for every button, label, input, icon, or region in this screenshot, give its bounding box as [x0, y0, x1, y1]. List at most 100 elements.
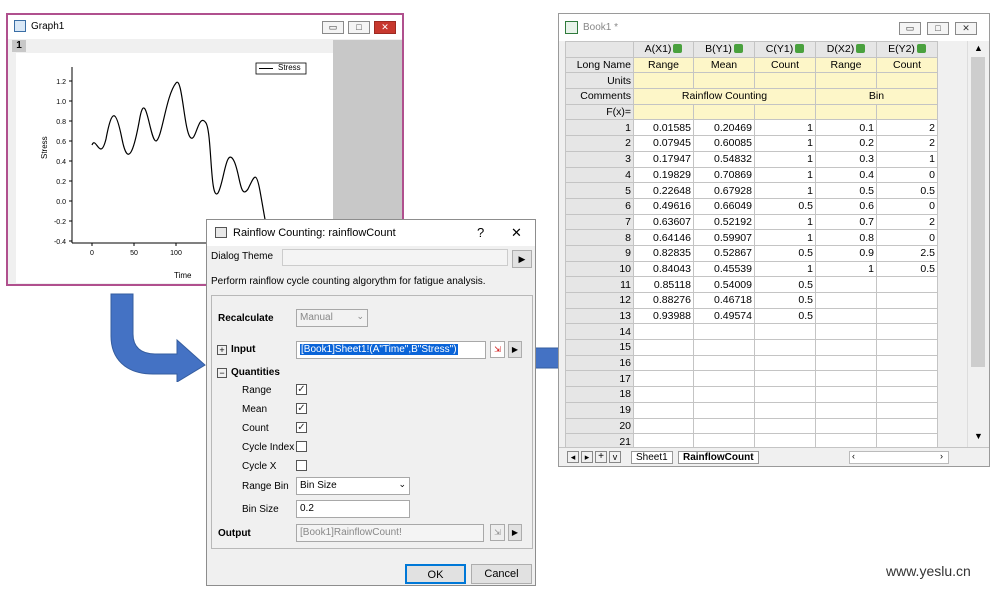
row-label-fx[interactable]: F(x)= — [565, 103, 634, 121]
data-cell[interactable]: 0.67928 — [693, 182, 755, 199]
output-menu-button[interactable]: ▶ — [508, 524, 522, 541]
add-sheet-icon[interactable]: + — [595, 451, 607, 463]
maximize-button[interactable]: □ — [348, 21, 370, 34]
data-cell[interactable]: 0 — [876, 197, 938, 215]
next-sheet-icon[interactable]: ▸ — [581, 451, 593, 463]
data-cell[interactable]: 0.17947 — [633, 150, 694, 168]
data-cell[interactable] — [754, 417, 816, 435]
data-cell[interactable] — [754, 401, 816, 419]
workbook-window[interactable]: Book1 * ▭ □ ✕ A(X1) B(Y1) C(Y1) D(X2) E(… — [558, 13, 990, 467]
fx-cell[interactable] — [815, 103, 877, 121]
data-cell[interactable]: 0.45539 — [693, 260, 755, 278]
data-cell[interactable] — [633, 370, 694, 388]
scroll-left-icon[interactable]: ‹ — [852, 451, 855, 461]
fx-cell[interactable] — [693, 103, 755, 121]
layer-tab[interactable]: 1 — [12, 40, 26, 52]
table-row[interactable]: 1 0.01585 0.20469 1 0.1 2 — [565, 119, 938, 137]
data-cell[interactable] — [815, 276, 877, 293]
table-row[interactable]: 13 0.93988 0.49574 0.5 — [565, 307, 938, 325]
data-cell[interactable] — [876, 417, 938, 435]
select-output-icon[interactable]: ⇲ — [490, 524, 505, 541]
data-cell[interactable] — [693, 323, 755, 341]
comments-cell-group1[interactable]: Rainflow Counting — [633, 88, 816, 105]
data-cell[interactable]: 0.52192 — [693, 213, 755, 231]
row-number[interactable]: 16 — [565, 354, 634, 372]
data-cell[interactable]: 0.2 — [815, 135, 877, 152]
data-cell[interactable] — [876, 339, 938, 356]
dialog-theme-field[interactable] — [282, 249, 508, 266]
data-cell[interactable]: 0.46718 — [693, 292, 755, 309]
data-cell[interactable]: 0.5 — [876, 260, 938, 278]
data-cell[interactable] — [815, 323, 877, 341]
row-label-comments[interactable]: Comments — [565, 88, 634, 105]
help-button[interactable]: ? — [477, 225, 484, 240]
units-cell[interactable] — [633, 72, 694, 90]
table-row[interactable]: 19 — [565, 401, 938, 419]
data-cell[interactable] — [876, 323, 938, 341]
data-cell[interactable] — [754, 370, 816, 388]
data-cell[interactable] — [633, 417, 694, 435]
data-cell[interactable] — [876, 292, 938, 309]
data-cell[interactable]: 2 — [876, 213, 938, 231]
data-cell[interactable] — [754, 339, 816, 356]
data-cell[interactable] — [693, 401, 755, 419]
fx-cell[interactable] — [754, 103, 816, 121]
data-cell[interactable] — [815, 417, 877, 435]
data-cell[interactable]: 1 — [754, 119, 816, 137]
table-row[interactable]: 10 0.84043 0.45539 1 1 0.5 — [565, 260, 938, 278]
row-number[interactable]: 13 — [565, 307, 634, 325]
row-number[interactable]: 2 — [565, 135, 634, 152]
data-cell[interactable] — [876, 401, 938, 419]
data-cell[interactable] — [815, 292, 877, 309]
bin-size-field[interactable]: 0.2 — [296, 500, 410, 518]
table-row[interactable]: 18 — [565, 386, 938, 403]
row-number[interactable]: 15 — [565, 339, 634, 356]
data-cell[interactable]: 0.52867 — [693, 244, 755, 262]
data-cell[interactable]: 0.88276 — [633, 292, 694, 309]
data-cell[interactable]: 0 — [876, 229, 938, 246]
table-row[interactable]: 8 0.64146 0.59907 1 0.8 0 — [565, 229, 938, 246]
row-number[interactable]: 5 — [565, 182, 634, 199]
data-cell[interactable]: 0.54009 — [693, 276, 755, 293]
fx-cell[interactable] — [633, 103, 694, 121]
data-cell[interactable]: 0.54832 — [693, 150, 755, 168]
row-number[interactable]: 8 — [565, 229, 634, 246]
range-checkbox[interactable]: ✓ — [296, 384, 307, 395]
data-cell[interactable]: 0.9 — [815, 244, 877, 262]
data-cell[interactable] — [693, 386, 755, 403]
data-cell[interactable]: 0.59907 — [693, 229, 755, 246]
theme-menu-button[interactable]: ▶ — [512, 250, 532, 268]
long-name-cell[interactable]: Range — [633, 56, 694, 74]
row-number[interactable]: 6 — [565, 197, 634, 215]
recalculate-select[interactable]: Manual ⌄ — [296, 309, 368, 327]
long-name-cell[interactable]: Mean — [693, 56, 755, 74]
select-range-icon[interactable]: ⇲ — [490, 341, 505, 358]
close-button[interactable]: ✕ — [955, 22, 977, 35]
table-row[interactable]: 17 — [565, 370, 938, 388]
table-row[interactable]: 3 0.17947 0.54832 1 0.3 1 — [565, 150, 938, 168]
data-cell[interactable]: 0.66049 — [693, 197, 755, 215]
row-number[interactable]: 19 — [565, 401, 634, 419]
data-cell[interactable]: 1 — [876, 150, 938, 168]
units-cell[interactable] — [876, 72, 938, 90]
data-cell[interactable] — [693, 339, 755, 356]
row-number[interactable]: 4 — [565, 166, 634, 184]
data-cell[interactable]: 1 — [815, 260, 877, 278]
fx-cell[interactable] — [876, 103, 938, 121]
range-bin-select[interactable]: Bin Size ⌄ — [296, 477, 410, 495]
data-cell[interactable]: 0.5 — [754, 292, 816, 309]
data-cell[interactable]: 1 — [754, 150, 816, 168]
data-cell[interactable] — [633, 386, 694, 403]
table-row[interactable]: 7 0.63607 0.52192 1 0.7 2 — [565, 213, 938, 231]
maximize-button[interactable]: □ — [927, 22, 949, 35]
data-cell[interactable] — [754, 386, 816, 403]
data-cell[interactable] — [815, 307, 877, 325]
minimize-button[interactable]: ▭ — [322, 21, 344, 34]
units-cell[interactable] — [754, 72, 816, 90]
data-cell[interactable]: 1 — [754, 135, 816, 152]
column-header[interactable]: C(Y1) — [754, 41, 816, 58]
data-cell[interactable]: 1 — [754, 166, 816, 184]
count-checkbox[interactable]: ✓ — [296, 422, 307, 433]
data-cell[interactable] — [815, 339, 877, 356]
data-cell[interactable] — [633, 339, 694, 356]
